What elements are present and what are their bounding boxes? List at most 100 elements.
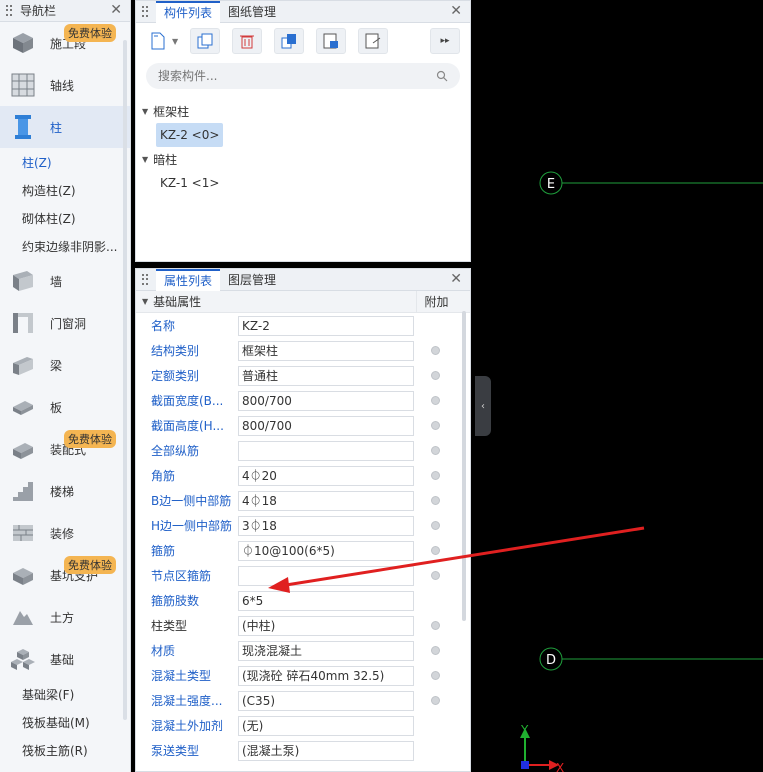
- property-value-field[interactable]: 3⏀18: [238, 515, 414, 536]
- layer-copy-button[interactable]: [274, 28, 305, 54]
- extra-checkbox[interactable]: [431, 346, 440, 355]
- extra-checkbox[interactable]: [431, 471, 440, 480]
- nav-subitem-foundation-beam[interactable]: 基础梁(F): [0, 680, 130, 708]
- nav-category-stairs[interactable]: 楼梯: [0, 470, 130, 512]
- tab-drawing-management[interactable]: 图纸管理: [220, 1, 284, 23]
- property-value-field[interactable]: 6*5: [238, 590, 414, 611]
- collapse-panel-handle[interactable]: ‹: [475, 376, 491, 436]
- axis-line-d[interactable]: D: [539, 647, 763, 671]
- nav-subitem-constructional-column[interactable]: 构造柱(Z): [0, 176, 130, 204]
- caret-down-icon[interactable]: ▼: [142, 155, 148, 164]
- extra-checkbox[interactable]: [431, 496, 440, 505]
- close-icon[interactable]: ✕: [450, 272, 462, 286]
- search-icon[interactable]: [436, 70, 448, 82]
- copy-button[interactable]: [190, 28, 221, 54]
- extra-checkbox[interactable]: [431, 696, 440, 705]
- search-input[interactable]: [158, 69, 418, 83]
- nav-category-foundation-pit[interactable]: 基坑支护 免费体验: [0, 554, 130, 596]
- property-scrollbar[interactable]: [462, 311, 466, 621]
- extra-checkbox[interactable]: [431, 671, 440, 680]
- property-row[interactable]: H边一侧中部筋 3⏀18: [136, 513, 470, 538]
- delete-button[interactable]: [232, 28, 263, 54]
- drag-grip-icon[interactable]: [142, 5, 148, 18]
- caret-down-icon[interactable]: ▼: [142, 297, 148, 306]
- tab-property-list[interactable]: 属性列表: [156, 268, 221, 291]
- extra-checkbox[interactable]: [431, 396, 440, 405]
- tab-layer-management[interactable]: 图层管理: [220, 269, 284, 291]
- nav-subitem-column[interactable]: 柱(Z): [0, 148, 130, 176]
- property-row[interactable]: 混凝土强度... (C35): [136, 688, 470, 713]
- drawing-canvas[interactable]: E D Y X: [471, 0, 763, 772]
- property-row[interactable]: 角筋 4⏀20: [136, 463, 470, 488]
- property-row[interactable]: 箍筋肢数 6*5: [136, 588, 470, 613]
- nav-subitem-boundary[interactable]: 约束边缘非阴影...: [0, 232, 130, 260]
- extra-checkbox[interactable]: [431, 371, 440, 380]
- extra-checkbox[interactable]: [431, 571, 440, 580]
- property-value-field[interactable]: 4⏀18: [238, 490, 414, 511]
- close-icon[interactable]: ✕: [110, 3, 122, 17]
- nav-subitem-raft-rebar[interactable]: 筏板主筋(R): [0, 736, 130, 764]
- free-trial-badge[interactable]: 免费体验: [64, 430, 116, 448]
- close-icon[interactable]: ✕: [450, 4, 462, 18]
- property-row[interactable]: 全部纵筋: [136, 438, 470, 463]
- property-value-field[interactable]: [238, 440, 414, 461]
- nav-subitem-raft-foundation[interactable]: 筏板基础(M): [0, 708, 130, 736]
- property-value-field[interactable]: [238, 565, 414, 586]
- property-row[interactable]: 箍筋 ⏀10@100(6*5): [136, 538, 470, 563]
- extra-checkbox[interactable]: [431, 521, 440, 530]
- property-value-field[interactable]: 现浇混凝土: [238, 640, 414, 661]
- search-box[interactable]: [146, 63, 460, 89]
- extra-checkbox[interactable]: [431, 646, 440, 655]
- nav-category-axis[interactable]: 轴线: [0, 64, 130, 106]
- tree-group-frame-column[interactable]: ▼ 框架柱: [136, 99, 470, 123]
- property-value-field[interactable]: (混凝土泵): [238, 740, 414, 761]
- nav-category-door-window[interactable]: 门窗洞: [0, 302, 130, 344]
- axis-line-e[interactable]: E: [539, 171, 763, 195]
- property-row[interactable]: 混凝土类型 (现浇砼 碎石40mm 32.5): [136, 663, 470, 688]
- property-value-field[interactable]: (中柱): [238, 615, 414, 636]
- caret-down-icon[interactable]: ▼: [142, 107, 148, 116]
- nav-category-earthwork[interactable]: 土方: [0, 596, 130, 638]
- property-row[interactable]: 材质 现浇混凝土: [136, 638, 470, 663]
- property-row[interactable]: 混凝土外加剂 (无): [136, 713, 470, 738]
- tree-group-hidden-column[interactable]: ▼ 暗柱: [136, 147, 470, 171]
- property-value-field[interactable]: (无): [238, 715, 414, 736]
- extra-checkbox[interactable]: [431, 446, 440, 455]
- property-row[interactable]: B边一侧中部筋 4⏀18: [136, 488, 470, 513]
- property-value-field[interactable]: 4⏀20: [238, 465, 414, 486]
- property-row[interactable]: 名称 KZ-2: [136, 313, 470, 338]
- property-row[interactable]: 节点区箍筋: [136, 563, 470, 588]
- property-row[interactable]: 定额类别 普通柱: [136, 363, 470, 388]
- tree-item-kz1[interactable]: KZ-1 <1>: [156, 171, 223, 195]
- extra-checkbox[interactable]: [431, 546, 440, 555]
- property-row[interactable]: 截面高度(H... 800/700: [136, 413, 470, 438]
- property-value-field[interactable]: (现浇砼 碎石40mm 32.5): [238, 665, 414, 686]
- nav-category-wall[interactable]: 墙: [0, 260, 130, 302]
- property-row[interactable]: 柱类型 (中柱): [136, 613, 470, 638]
- expand-more-button[interactable]: ▸▸: [430, 28, 460, 54]
- drag-grip-icon[interactable]: [142, 273, 148, 286]
- nav-category-construction[interactable]: 施工段 免费体验: [0, 22, 130, 64]
- extra-checkbox[interactable]: [431, 421, 440, 430]
- property-value-field[interactable]: 框架柱: [238, 340, 414, 361]
- property-value-field[interactable]: (C35): [238, 690, 414, 711]
- property-row[interactable]: 泵送类型 (混凝土泵): [136, 738, 470, 763]
- property-value-field[interactable]: KZ-2: [238, 315, 414, 336]
- free-trial-badge[interactable]: 免费体验: [64, 24, 116, 42]
- import-button[interactable]: [316, 28, 347, 54]
- nav-scrollbar[interactable]: [123, 40, 127, 720]
- nav-category-foundation[interactable]: 基础: [0, 638, 130, 680]
- tree-item-kz2[interactable]: KZ-2 <0>: [156, 123, 224, 147]
- nav-subitem-masonry-column[interactable]: 砌体柱(Z): [0, 204, 130, 232]
- extra-checkbox[interactable]: [431, 621, 440, 630]
- nav-category-beam[interactable]: 梁: [0, 344, 130, 386]
- nav-category-prefab[interactable]: 装配式 免费体验: [0, 428, 130, 470]
- nav-category-column[interactable]: 柱: [0, 106, 130, 148]
- export-button[interactable]: [358, 28, 389, 54]
- section-basic-properties[interactable]: ▼ 基础属性: [136, 293, 430, 310]
- new-component-button[interactable]: [146, 28, 170, 54]
- nav-category-slab[interactable]: 板: [0, 386, 130, 428]
- property-value-field[interactable]: 普通柱: [238, 365, 414, 386]
- property-row[interactable]: 结构类别 框架柱: [136, 338, 470, 363]
- drag-grip-icon[interactable]: [6, 4, 12, 17]
